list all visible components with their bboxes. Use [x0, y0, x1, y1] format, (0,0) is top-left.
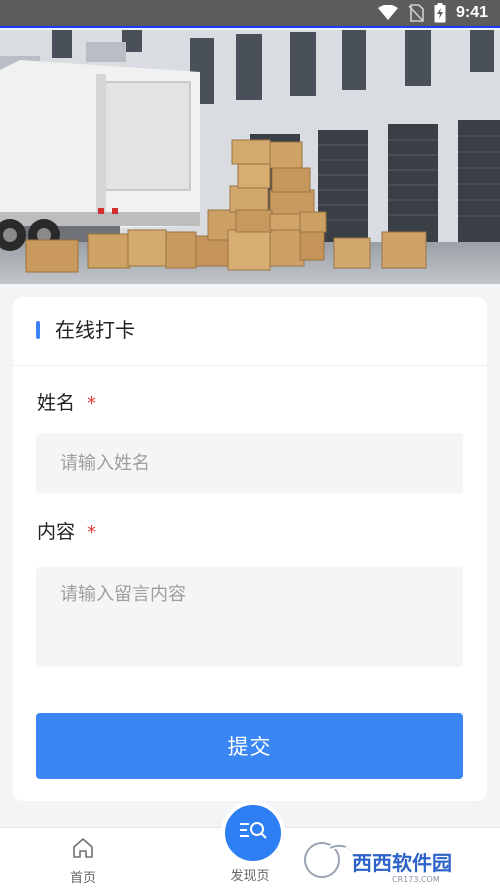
content-field-label: 内容 * — [37, 520, 96, 545]
submit-button[interactable]: 提交 — [36, 713, 463, 779]
nav-label-discover: 发现页 — [230, 869, 270, 884]
nav-item-home[interactable]: 首页 — [23, 828, 143, 888]
no-sim-icon — [408, 4, 424, 22]
battery-charging-icon — [434, 3, 446, 23]
name-label-text: 姓名 — [37, 392, 76, 414]
required-mark: * — [87, 522, 97, 543]
watermark-logo: 西西软件园 CR173.COM — [300, 834, 495, 884]
svg-text:CR173.COM: CR173.COM — [392, 875, 440, 884]
checkin-form-card: 在线打卡 姓名 * 内容 * 提交 — [13, 297, 487, 801]
nav-item-discover[interactable] — [221, 801, 285, 865]
card-header: 在线打卡 — [13, 297, 487, 366]
content-textarea[interactable] — [36, 567, 463, 667]
home-icon — [71, 836, 95, 864]
nav-label-home: 首页 — [69, 871, 96, 886]
required-mark: * — [87, 393, 97, 414]
discover-search-icon — [238, 819, 268, 847]
svg-text:西西软件园: 西西软件园 — [352, 851, 452, 875]
status-bar: 9:41 — [0, 0, 500, 28]
title-accent-bar — [36, 321, 40, 339]
name-input[interactable] — [36, 433, 463, 493]
app-screen: 9:41 在线打卡 姓名 * 请输入姓名 内容 * 请输入留言内容 提交 首页 … — [0, 0, 500, 888]
hero-banner-image — [0, 30, 500, 284]
card-title: 在线打卡 — [55, 318, 135, 342]
wifi-icon — [377, 5, 398, 21]
status-time: 9:41 — [455, 4, 488, 21]
name-field-label: 姓名 * — [37, 391, 96, 416]
content-label-text: 内容 — [37, 521, 76, 543]
